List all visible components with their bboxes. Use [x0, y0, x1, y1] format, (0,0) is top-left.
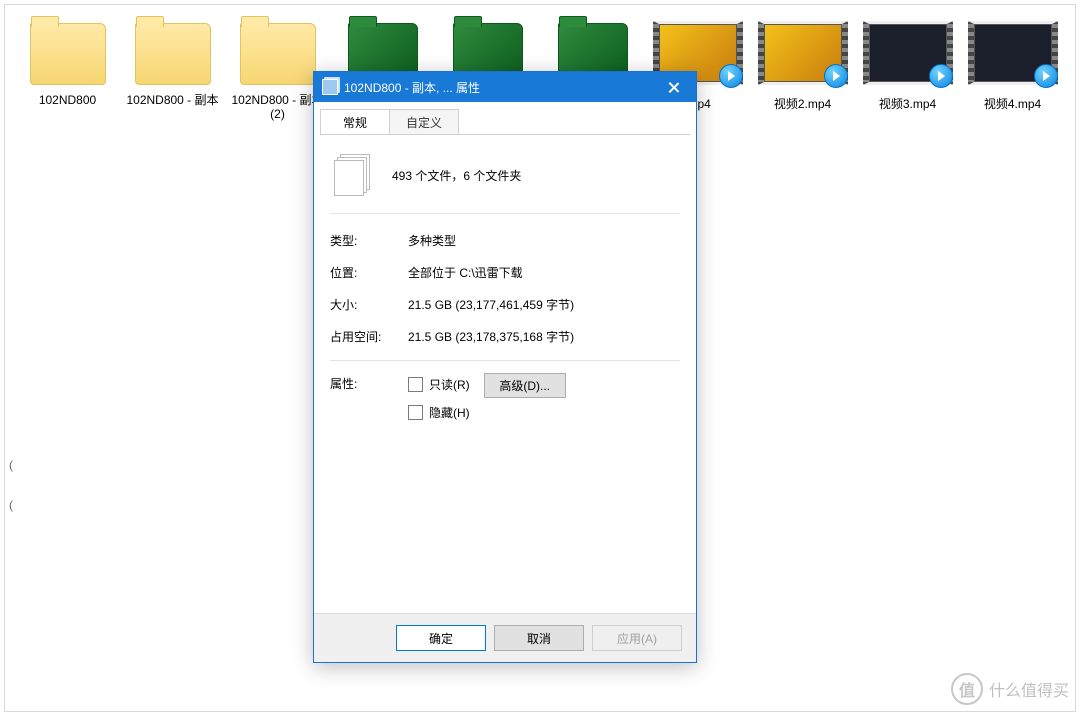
folder-icon — [135, 23, 211, 85]
dialog-button-bar: 确定 取消 应用(A) — [314, 613, 696, 662]
properties-dialog: 102ND800 - 副本, ... 属性 常规 自定义 493 个文件，6 个… — [313, 71, 697, 663]
folder-icon — [30, 23, 106, 85]
row-type: 类型: 多种类型 — [330, 226, 680, 254]
value-type: 多种类型 — [408, 232, 680, 249]
close-icon — [668, 82, 679, 93]
dialog-titlebar[interactable]: 102ND800 - 副本, ... 属性 — [314, 72, 696, 102]
divider — [330, 213, 680, 214]
apply-button: 应用(A) — [592, 625, 682, 651]
row-location: 位置: 全部位于 C:\迅雷下载 — [330, 258, 680, 286]
video-icon — [968, 21, 1058, 85]
divider — [330, 360, 680, 361]
label-type: 类型: — [330, 232, 408, 249]
watermark: 值 什么值得买 — [951, 673, 1069, 705]
cancel-button[interactable]: 取消 — [494, 625, 584, 651]
tab-general[interactable]: 常规 — [320, 109, 390, 134]
checkbox-hidden-label: 隐藏(H) — [429, 404, 470, 421]
play-badge-icon — [719, 64, 743, 88]
file-item[interactable]: 102ND800 — [15, 19, 120, 137]
panel-general: 493 个文件，6 个文件夹 类型: 多种类型 位置: 全部位于 C:\迅雷下载… — [314, 135, 696, 429]
summary-text: 493 个文件，6 个文件夹 — [392, 167, 521, 184]
value-size: 21.5 GB (23,177,461,459 字节) — [408, 296, 680, 313]
file-item[interactable]: 视频3.mp4 — [855, 19, 960, 137]
tab-custom[interactable]: 自定义 — [389, 109, 459, 134]
play-badge-icon — [929, 64, 953, 88]
row-attributes: 属性: 只读(R) 隐藏(H) 高级(D)... — [330, 373, 680, 429]
value-location: 全部位于 C:\迅雷下载 — [408, 264, 680, 281]
video-icon — [758, 21, 848, 85]
checkbox-readonly[interactable]: 只读(R) — [408, 373, 470, 395]
explorer-frame: 102ND800102ND800 - 副本102ND800 - 副本 (2).m… — [4, 4, 1076, 712]
advanced-button[interactable]: 高级(D)... — [484, 373, 566, 398]
file-label: 102ND800 - 副本 — [120, 93, 225, 107]
file-label: 视频4.mp4 — [960, 97, 1065, 111]
left-text-fragment: ( ( — [9, 455, 13, 515]
close-button[interactable] — [650, 72, 696, 102]
ok-button[interactable]: 确定 — [396, 625, 486, 651]
file-item[interactable]: 视频2.mp4 — [750, 19, 855, 137]
checkbox-readonly-label: 只读(R) — [429, 376, 470, 393]
file-label: 102ND800 — [15, 93, 120, 107]
checkbox-box — [408, 405, 423, 420]
watermark-badge: 值 — [951, 673, 983, 705]
play-badge-icon — [1034, 64, 1058, 88]
file-item[interactable]: 102ND800 - 副本 — [120, 19, 225, 137]
file-label: 视频2.mp4 — [750, 97, 855, 111]
checkbox-box — [408, 377, 423, 392]
label-size-on-disk: 占用空间: — [330, 328, 408, 345]
file-item[interactable]: 视频4.mp4 — [960, 19, 1065, 137]
checkbox-hidden[interactable]: 隐藏(H) — [408, 401, 470, 423]
value-size-on-disk: 21.5 GB (23,178,375,168 字节) — [408, 328, 680, 345]
row-size-on-disk: 占用空间: 21.5 GB (23,178,375,168 字节) — [330, 322, 680, 350]
row-size: 大小: 21.5 GB (23,177,461,459 字节) — [330, 290, 680, 318]
label-location: 位置: — [330, 264, 408, 281]
play-badge-icon — [824, 64, 848, 88]
label-attributes: 属性: — [330, 373, 408, 392]
watermark-text: 什么值得买 — [989, 677, 1069, 701]
video-icon — [863, 21, 953, 85]
label-size: 大小: — [330, 296, 408, 313]
multi-file-icon — [334, 154, 370, 196]
tab-strip: 常规 自定义 — [314, 102, 696, 134]
summary-row: 493 个文件，6 个文件夹 — [330, 147, 680, 203]
dialog-title: 102ND800 - 副本, ... 属性 — [344, 79, 650, 96]
file-label: 视频3.mp4 — [855, 97, 960, 111]
dialog-title-icon — [322, 79, 338, 95]
folder-icon — [240, 23, 316, 85]
